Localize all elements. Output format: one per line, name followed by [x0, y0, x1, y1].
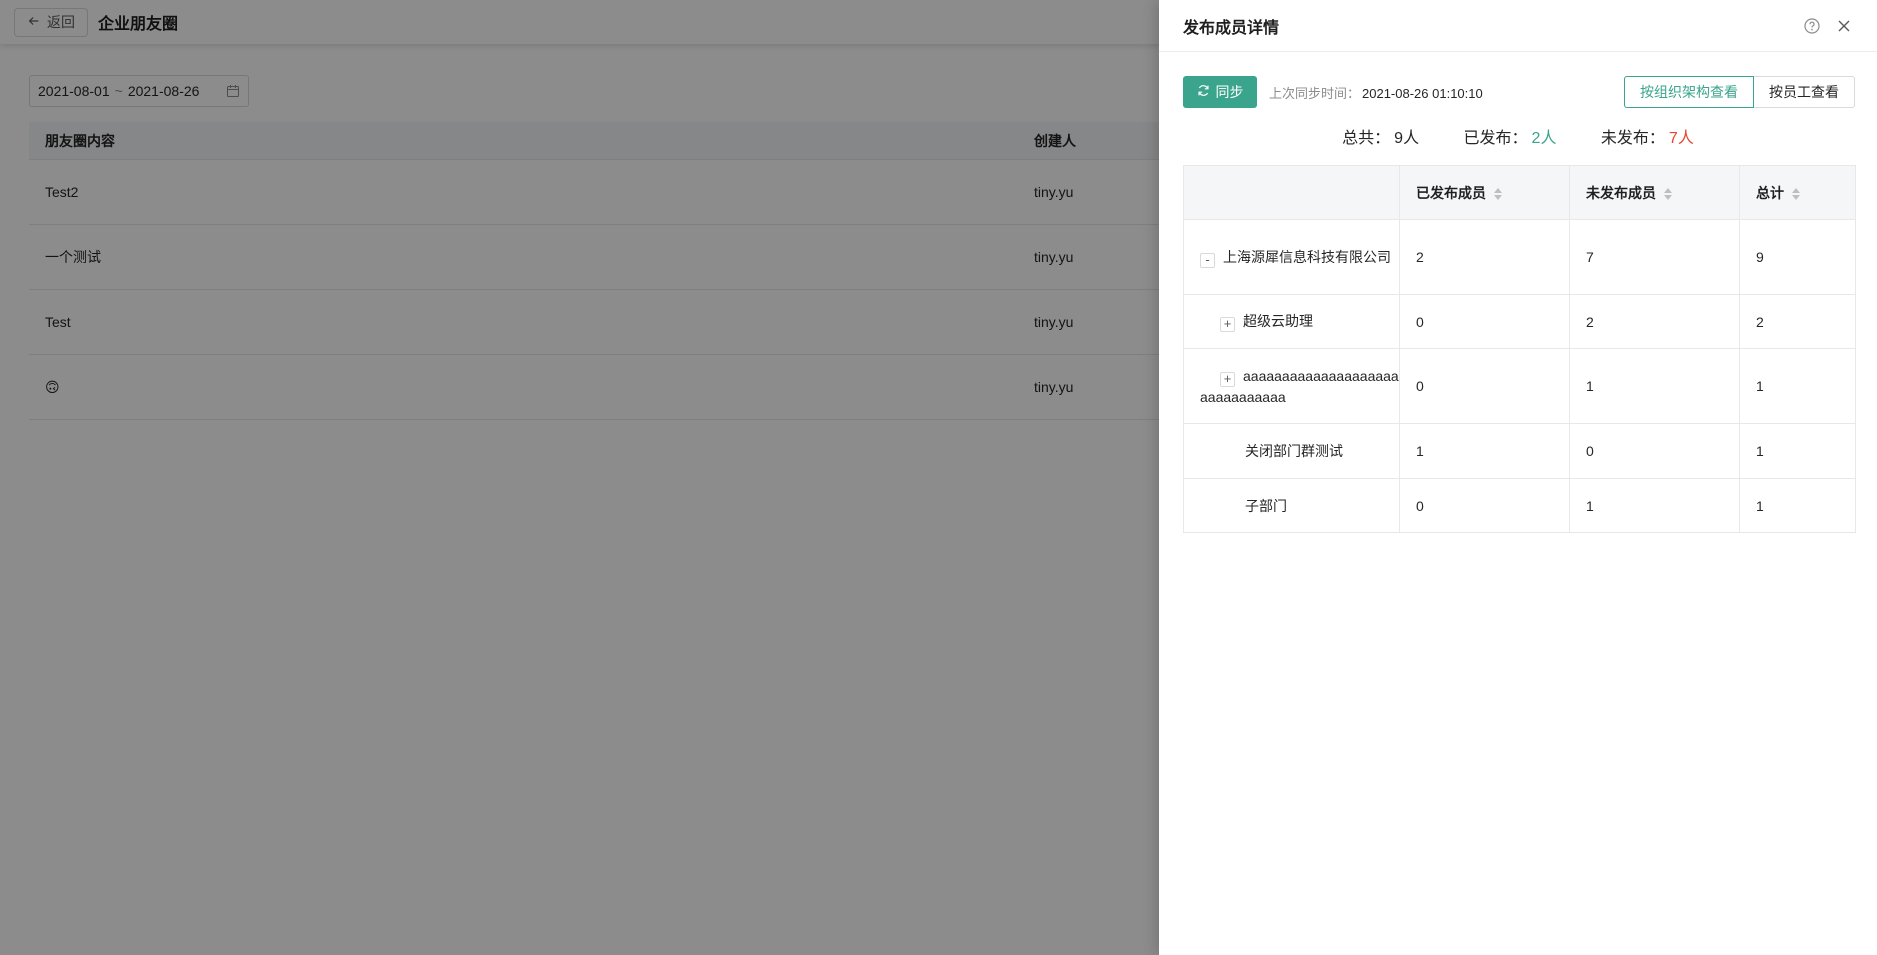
- summary-unpublished: 未发布： 7人: [1601, 124, 1694, 148]
- summary-unpublished-label: 未发布：: [1600, 130, 1665, 147]
- summary-published-value: 2人: [1531, 130, 1557, 147]
- summary-total-label: 总共：: [1342, 130, 1391, 147]
- view-by-staff-button[interactable]: 按员工查看: [1754, 76, 1855, 108]
- last-sync-label: 上次同步时间：: [1269, 85, 1361, 101]
- department-cell: + 超级云助理: [1183, 294, 1400, 349]
- unpublished-count: 2: [1569, 294, 1740, 349]
- unpublished-count: 7: [1569, 219, 1740, 295]
- table-row: - 上海源犀信息科技有限公司 2 7 9: [1183, 219, 1856, 295]
- header-unpublished-label: 未发布成员: [1586, 184, 1656, 201]
- total-count: 1: [1739, 423, 1856, 479]
- summary-published: 已发布： 2人: [1464, 124, 1557, 148]
- department-name: 上海源犀信息科技有限公司: [1223, 248, 1391, 265]
- help-icon[interactable]: [1803, 17, 1821, 35]
- expand-button[interactable]: +: [1220, 371, 1235, 387]
- department-name: 超级云助理: [1243, 313, 1313, 329]
- total-count: 2: [1739, 294, 1856, 349]
- sort-icon[interactable]: [1494, 187, 1502, 201]
- drawer-toolbar: 同步 上次同步时间： 2021-08-26 01:10:10 按组织架构查看 按员…: [1183, 76, 1855, 108]
- table-row: 关闭部门群测试 1 0 1: [1183, 423, 1856, 479]
- published-count: 0: [1399, 478, 1570, 533]
- publish-summary: 总共： 9人 已发布： 2人 未发布： 7人: [1159, 124, 1877, 148]
- department-name: 关闭部门群测试: [1245, 443, 1343, 459]
- total-count: 9: [1739, 219, 1856, 295]
- table-row: + 超级云助理 0 2 2: [1183, 294, 1856, 349]
- summary-total: 总共： 9人: [1342, 124, 1419, 148]
- last-sync-info: 上次同步时间： 2021-08-26 01:10:10: [1269, 83, 1483, 102]
- published-count: 0: [1399, 294, 1570, 349]
- header-total-label: 总计: [1756, 184, 1784, 201]
- collapse-button[interactable]: -: [1200, 252, 1215, 268]
- department-cell: 关闭部门群测试: [1183, 423, 1400, 479]
- unpublished-count: 0: [1569, 423, 1740, 479]
- view-by-org-button[interactable]: 按组织架构查看: [1624, 76, 1754, 108]
- unpublished-count: 1: [1569, 348, 1740, 424]
- drawer-title: 发布成员详情: [1183, 19, 1280, 37]
- summary-total-value: 9人: [1394, 130, 1420, 147]
- drawer-header-icons: [1803, 17, 1853, 35]
- header-published-label: 已发布成员: [1416, 184, 1486, 201]
- member-detail-drawer: 发布成员详情 同步 上次同步时间： 2021-08-26 01:10:10 按组…: [1159, 0, 1877, 955]
- header-unpublished[interactable]: 未发布成员: [1569, 165, 1740, 220]
- sort-icon[interactable]: [1792, 187, 1800, 201]
- department-cell: + aaaaaaaaaaaaaaaaaaaaaaaaaaaaaaa: [1183, 348, 1400, 424]
- sync-icon: [1197, 84, 1210, 100]
- summary-unpublished-value: 7人: [1668, 130, 1694, 147]
- unpublished-count: 1: [1569, 478, 1740, 533]
- header-department: [1183, 165, 1400, 220]
- org-table-header: 已发布成员 未发布成员 总计: [1183, 165, 1856, 220]
- view-mode-switch: 按组织架构查看 按员工查看: [1624, 76, 1855, 108]
- published-count: 0: [1399, 348, 1570, 424]
- org-detail-table: 已发布成员 未发布成员 总计 - 上海源犀信息科技有限公司 2 7 9 + 超级云助…: [1183, 165, 1856, 533]
- header-total[interactable]: 总计: [1739, 165, 1856, 220]
- department-cell: - 上海源犀信息科技有限公司: [1183, 219, 1400, 295]
- expand-button[interactable]: +: [1220, 317, 1235, 332]
- summary-published-label: 已发布：: [1463, 130, 1528, 147]
- drawer-header: 发布成员详情: [1159, 0, 1877, 52]
- published-count: 1: [1399, 423, 1570, 479]
- last-sync-time: 2021-08-26 01:10:10: [1362, 85, 1483, 101]
- table-row: + aaaaaaaaaaaaaaaaaaaaaaaaaaaaaaa 0 1 1: [1183, 348, 1856, 424]
- sort-icon[interactable]: [1664, 187, 1672, 201]
- header-published[interactable]: 已发布成员: [1399, 165, 1570, 220]
- department-cell: 子部门: [1183, 478, 1400, 533]
- sync-button-label: 同步: [1215, 84, 1244, 100]
- total-count: 1: [1739, 478, 1856, 533]
- total-count: 1: [1739, 348, 1856, 424]
- table-row: 子部门 0 1 1: [1183, 478, 1856, 533]
- sync-button[interactable]: 同步: [1183, 76, 1257, 108]
- close-icon[interactable]: [1835, 17, 1853, 35]
- app-root: 返回 企业朋友圈 2021-08-01 ~ 2021-08-26 朋友圈内容 创…: [0, 0, 1877, 955]
- department-name: 子部门: [1245, 497, 1287, 514]
- published-count: 2: [1399, 219, 1570, 295]
